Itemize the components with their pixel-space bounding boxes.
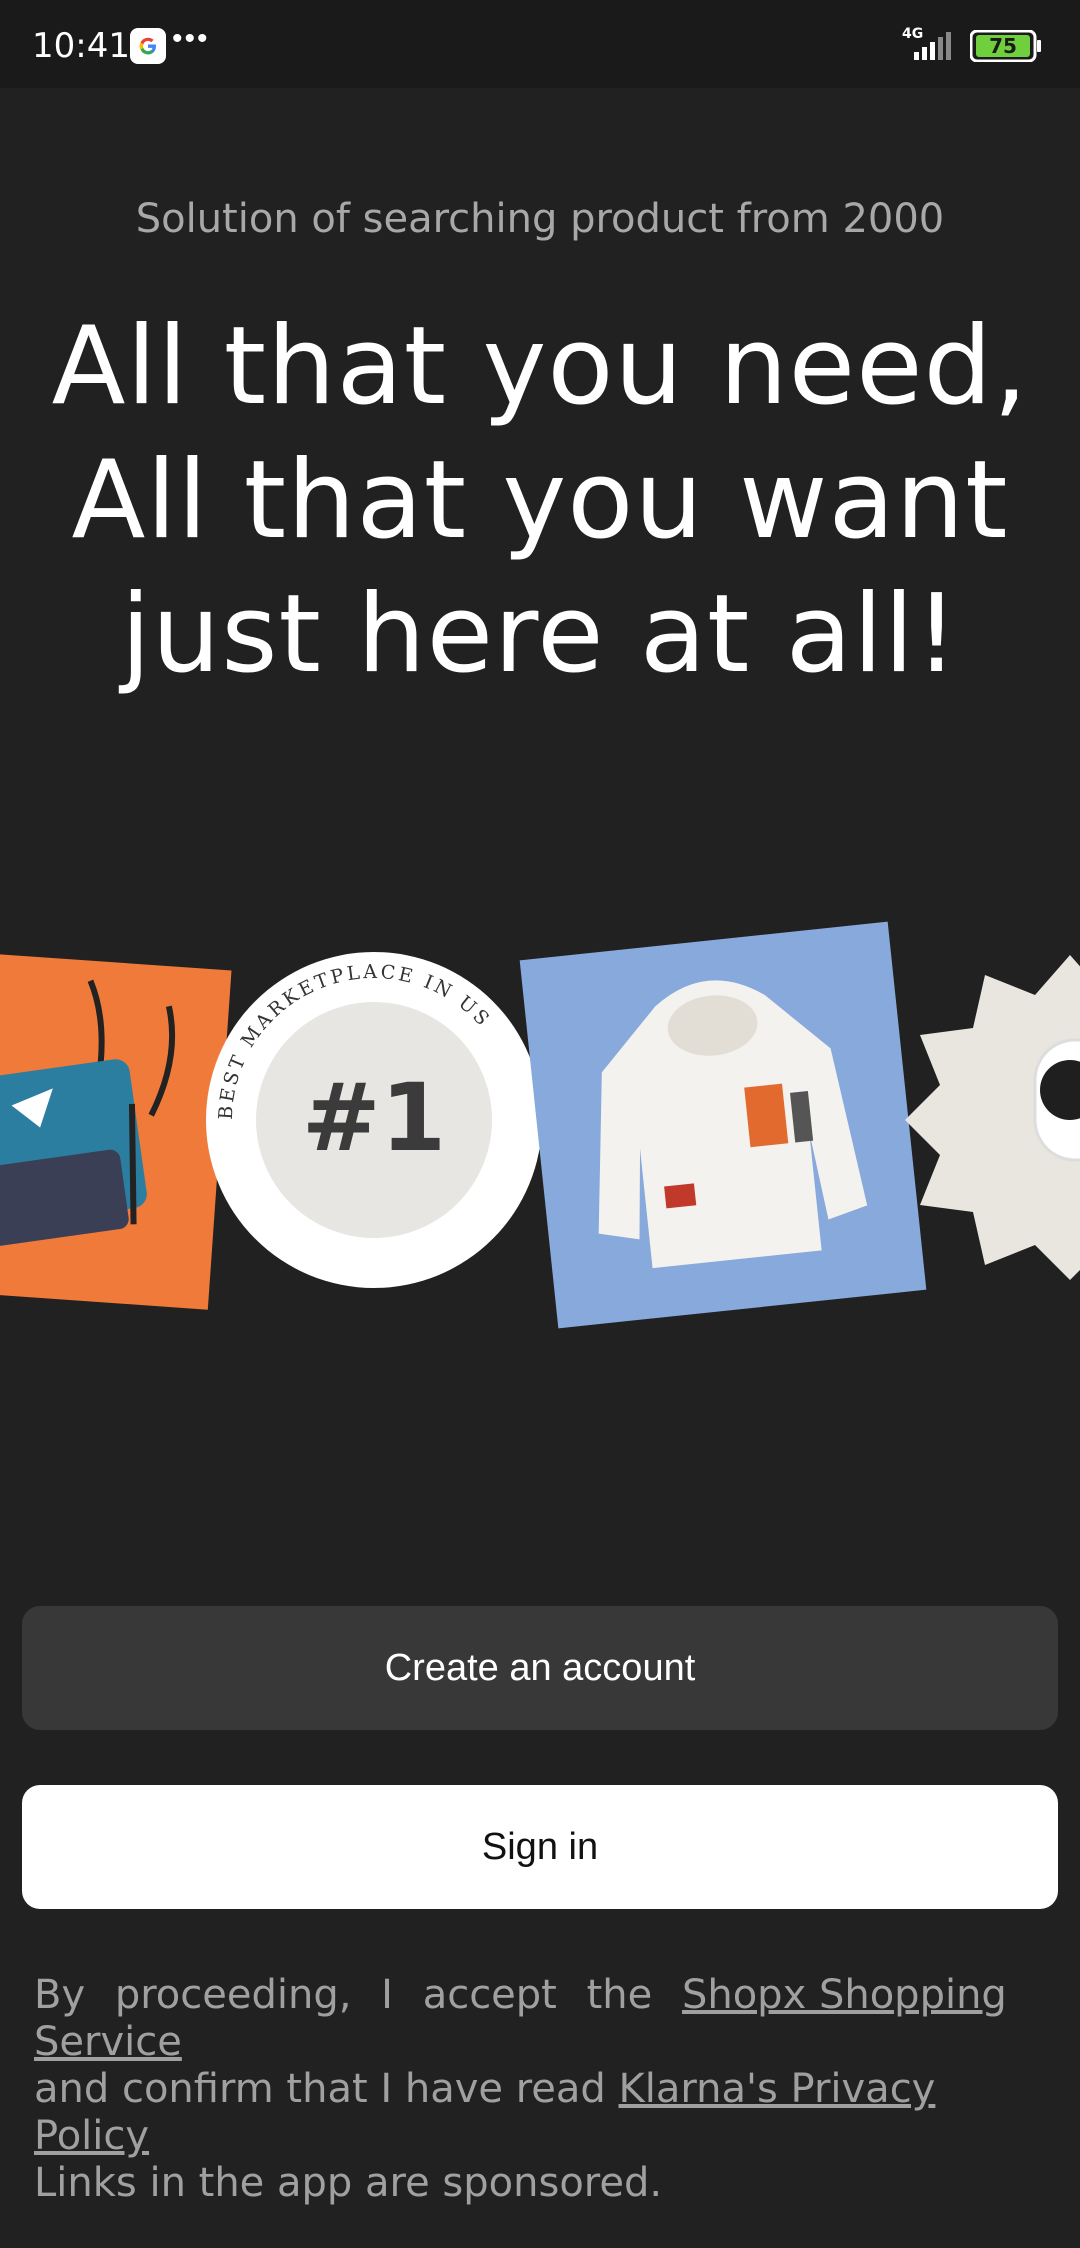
legal-word: By <box>34 1972 86 2018</box>
status-time: 10:41 <box>32 26 130 66</box>
hoodie-card[interactable] <box>519 921 927 1329</box>
bag-card[interactable] <box>0 950 232 1310</box>
status-bar: 10:41 ••• 4G 75 <box>0 0 1080 88</box>
more-dots-icon: ••• <box>172 22 210 55</box>
sign-in-button[interactable]: Sign in <box>22 1785 1058 1909</box>
badge-number: #1 <box>302 1064 446 1173</box>
legal-word: proceeding, <box>114 1972 352 2018</box>
signal-icon <box>914 32 951 60</box>
google-icon <box>130 28 166 64</box>
legal-notice: By proceeding, I accept the Shopx Shoppi… <box>34 1972 1044 2207</box>
battery-level: 75 <box>976 35 1030 57</box>
legal-confirm-text: and confirm that I have read <box>34 2066 606 2112</box>
hoodie-image <box>598 980 868 1269</box>
hero-subtitle: Solution of searching product from 2000 <box>135 196 945 242</box>
headline-line-1: All that you need, <box>51 304 1029 429</box>
bag-image <box>0 979 176 1249</box>
best-marketplace-badge: BEST MARKETPLACE IN US #1 <box>206 952 542 1288</box>
legal-word: accept <box>422 1972 557 2018</box>
headline-line-3: just here at all! <box>120 572 960 697</box>
headline-line-2: All that you want <box>71 438 1009 563</box>
legal-sponsored-text: Links in the app are sponsored. <box>34 2160 663 2206</box>
legal-word: the <box>586 1972 653 2018</box>
hero-headline: All that you need, All that you want jus… <box>0 300 1080 702</box>
product-carousel[interactable]: BEST MARKETPLACE IN US #1 <box>0 880 1080 1360</box>
camera-card[interactable] <box>905 950 1080 1280</box>
shopx-service-link[interactable]: Shopx Shopping <box>682 1972 1044 2019</box>
create-account-button[interactable]: Create an account <box>22 1606 1058 1730</box>
legal-line-1: By proceeding, I accept the Shopx Shoppi… <box>34 1972 1044 2019</box>
legal-line-2: and confirm that I have read Klarna's Pr… <box>34 2066 1044 2160</box>
legal-word: I <box>381 1972 393 2018</box>
shopx-service-link-cont[interactable]: Service <box>34 2019 1044 2066</box>
